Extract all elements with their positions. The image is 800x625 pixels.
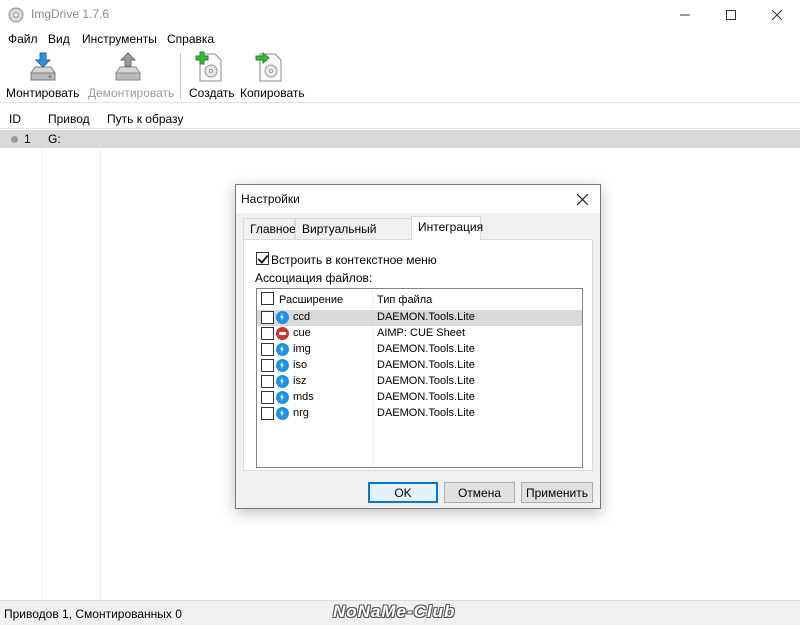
- ext-type: DAEMON.Tools.Lite: [377, 311, 475, 323]
- window-title: ImgDrive 1.7.6: [31, 7, 110, 21]
- column-divider: [41, 129, 42, 600]
- daemon-tools-icon: [276, 311, 289, 324]
- status-text: Приводов 1, Смонтированных 0: [4, 607, 182, 621]
- ext-type: DAEMON.Tools.Lite: [377, 359, 475, 371]
- ext-checkbox[interactable]: [261, 407, 274, 420]
- drive-status-icon: [11, 136, 18, 143]
- dialog-title: Настройки: [241, 192, 300, 206]
- column-id[interactable]: ID: [9, 112, 21, 126]
- tab-general[interactable]: Главное: [243, 218, 296, 239]
- daemon-tools-icon: [276, 375, 289, 388]
- ext-checkbox[interactable]: [261, 375, 274, 388]
- toolbar-separator: [180, 53, 181, 99]
- ext-checkbox[interactable]: [261, 343, 274, 356]
- menu-file[interactable]: Файл: [8, 32, 38, 46]
- list-item[interactable]: isz DAEMON.Tools.Lite: [257, 374, 582, 390]
- maximize-button[interactable]: [708, 0, 754, 30]
- minimize-icon: [680, 14, 690, 16]
- mount-button[interactable]: Монтировать: [6, 51, 80, 101]
- daemon-tools-icon: [276, 407, 289, 420]
- unmount-label: Демонтировать: [88, 86, 175, 100]
- integration-panel: Встроить в контекстное меню Ассоциация ф…: [243, 239, 593, 471]
- settings-dialog: Настройки Главное Виртуальный привод Инт…: [235, 184, 601, 509]
- tab-integration[interactable]: Интеграция: [411, 216, 483, 240]
- column-drive[interactable]: Привод: [48, 112, 90, 126]
- daemon-tools-icon: [276, 343, 289, 356]
- ext-name: mds: [293, 391, 314, 403]
- row-id: 1: [24, 132, 31, 146]
- minimize-button[interactable]: [662, 0, 708, 30]
- list-item[interactable]: cue AIMP: CUE Sheet: [257, 326, 582, 342]
- tab-virtual-drive[interactable]: Виртуальный привод: [295, 218, 412, 256]
- title-bar: ImgDrive 1.7.6: [0, 0, 800, 30]
- status-bar: Приводов 1, Смонтированных 0 NoNaMe-Club: [0, 600, 800, 625]
- ext-checkbox[interactable]: [261, 327, 274, 340]
- mount-label: Монтировать: [6, 86, 80, 100]
- menu-tools[interactable]: Инструменты: [82, 32, 157, 46]
- file-association-label: Ассоциация файлов:: [255, 271, 373, 285]
- list-item[interactable]: img DAEMON.Tools.Lite: [257, 342, 582, 358]
- ext-checkbox[interactable]: [261, 391, 274, 404]
- unmount-button[interactable]: Демонтировать: [88, 51, 175, 101]
- close-icon: [576, 193, 588, 205]
- row-drive: G:: [48, 132, 61, 146]
- aimp-icon: [276, 327, 289, 340]
- association-header: Расширение Тип файла: [257, 289, 582, 309]
- ext-checkbox[interactable]: [261, 359, 274, 372]
- context-menu-checkbox[interactable]: [256, 252, 269, 265]
- ext-name: ccd: [293, 311, 311, 323]
- list-header: ID Привод Путь к образу: [0, 107, 800, 129]
- column-extension[interactable]: Расширение: [279, 294, 343, 306]
- maximize-icon: [726, 10, 736, 20]
- ext-name: iso: [293, 359, 308, 371]
- toolbar: Монтировать Демонтировать Создать Копиро…: [0, 49, 800, 103]
- mount-drive-icon: [30, 52, 56, 81]
- copy-label: Копировать: [240, 86, 305, 100]
- create-label: Создать: [189, 86, 235, 100]
- ext-type: DAEMON.Tools.Lite: [377, 407, 475, 419]
- table-row[interactable]: 1 G:: [0, 130, 800, 148]
- watermark: NoNaMe-Club: [333, 602, 456, 621]
- ext-name: cue: [293, 327, 311, 339]
- ext-type: AIMP: CUE Sheet: [377, 327, 466, 339]
- ok-button[interactable]: OK: [368, 482, 438, 503]
- close-icon: [772, 10, 782, 20]
- ext-checkbox[interactable]: [261, 311, 274, 324]
- copy-button[interactable]: Копировать: [240, 51, 305, 101]
- dialog-title-bar: Настройки: [236, 185, 600, 213]
- daemon-tools-icon: [276, 391, 289, 404]
- column-file-type[interactable]: Тип файла: [377, 294, 432, 306]
- unmount-drive-icon: [115, 52, 141, 81]
- close-button[interactable]: [754, 0, 800, 30]
- create-image-icon: [195, 51, 222, 82]
- apply-button[interactable]: Применить: [521, 482, 593, 503]
- ext-name: isz: [293, 375, 307, 387]
- create-button[interactable]: Создать: [189, 51, 235, 101]
- daemon-tools-icon: [276, 359, 289, 372]
- app-disc-icon: [8, 7, 24, 23]
- ext-type: DAEMON.Tools.Lite: [377, 391, 475, 403]
- list-item[interactable]: mds DAEMON.Tools.Lite: [257, 390, 582, 406]
- context-menu-label: Встроить в контекстное меню: [271, 253, 437, 267]
- column-divider: [100, 129, 101, 600]
- dialog-close-button[interactable]: [569, 188, 595, 210]
- ext-name: nrg: [293, 407, 309, 419]
- copy-image-icon: [255, 51, 282, 82]
- cancel-button[interactable]: Отмена: [444, 482, 515, 503]
- select-all-checkbox[interactable]: [261, 292, 274, 305]
- ext-name: img: [293, 343, 311, 355]
- list-item[interactable]: ccd DAEMON.Tools.Lite: [257, 310, 582, 326]
- menu-view[interactable]: Вид: [48, 32, 70, 46]
- ext-type: DAEMON.Tools.Lite: [377, 343, 475, 355]
- file-association-list[interactable]: Расширение Тип файла ccd DAEMON.Tools.Li…: [256, 288, 583, 468]
- menu-bar: Файл Вид Инструменты Справка: [0, 30, 800, 49]
- list-item[interactable]: iso DAEMON.Tools.Lite: [257, 358, 582, 374]
- list-item[interactable]: nrg DAEMON.Tools.Lite: [257, 406, 582, 422]
- menu-help[interactable]: Справка: [167, 32, 214, 46]
- ext-type: DAEMON.Tools.Lite: [377, 375, 475, 387]
- column-image-path[interactable]: Путь к образу: [107, 112, 183, 126]
